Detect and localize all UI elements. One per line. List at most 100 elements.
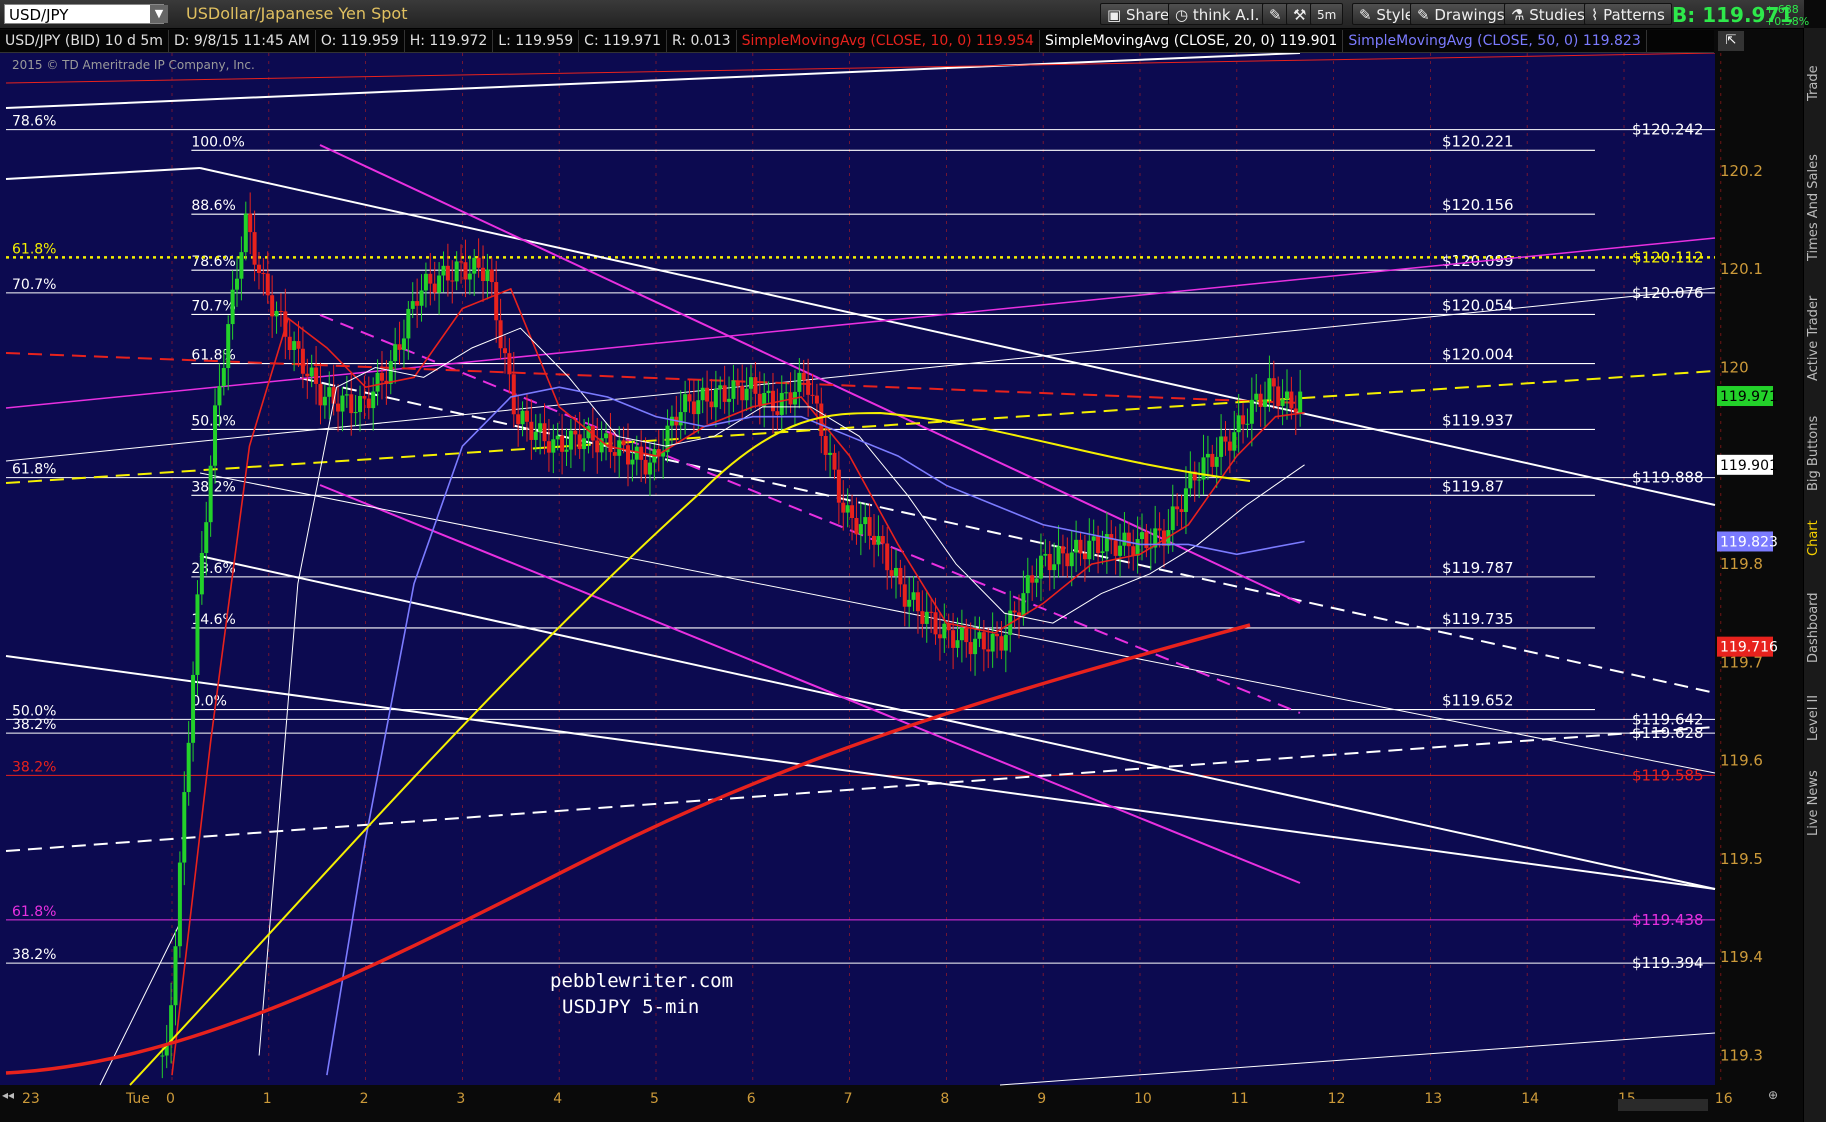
candle-body [322, 396, 327, 406]
fib-price-label: $119.652 [1442, 692, 1514, 710]
sidebar-tab-live-news[interactable]: Live News [1806, 758, 1824, 848]
outer-fib-percent: 78.6% [12, 114, 56, 130]
candle-body [766, 390, 771, 394]
candle-body [428, 273, 433, 284]
candle-body [691, 401, 696, 415]
drawing-tool-button[interactable]: ✎ [1262, 3, 1289, 25]
candle-body [753, 377, 758, 394]
scrollbar[interactable] [1618, 1099, 1708, 1111]
candle-body [612, 452, 617, 456]
chevron-down-icon[interactable]: ▼ [150, 5, 168, 23]
outer-fib-percent: 61.8% [12, 462, 56, 478]
x-tick-label: 14 [1521, 1091, 1539, 1107]
legend-date: D: 9/8/15 11:45 AM [169, 30, 316, 52]
price-chart[interactable]: 100.0%88.6%78.6%70.7%61.8%50.0%38.2%23.6… [0, 53, 1803, 1121]
share-button[interactable]: ▣ Share [1100, 3, 1177, 25]
candle-body [705, 387, 710, 402]
legend-sma20[interactable]: SimpleMovingAvg (CLOSE, 20, 0) 119.901 [1040, 30, 1344, 52]
pencil-icon: ✎ [1269, 6, 1282, 24]
patterns-button[interactable]: ⌇ Patterns [1584, 3, 1672, 25]
candle-body [1188, 471, 1193, 489]
zoom-icon[interactable]: ⊕ [1768, 1088, 1778, 1102]
candle-body [459, 261, 464, 263]
sidebar-tab-level-ii[interactable]: Level II [1806, 683, 1824, 753]
y-tick-label: 120 [1720, 359, 1749, 377]
studies-button[interactable]: ⚗ Studies [1504, 3, 1592, 25]
candle-body [867, 517, 872, 536]
candle-body [898, 567, 903, 585]
candle-body [1157, 528, 1162, 531]
candle-body [243, 213, 248, 253]
candle-body [489, 269, 494, 283]
outer-fib-percent: 70.7% [12, 277, 56, 293]
outer-fib-price: $120.112 [1632, 248, 1704, 266]
candle-body [1069, 552, 1074, 567]
x-tick-label: 0 [166, 1091, 175, 1107]
pencil-icon: ✎ [1417, 6, 1435, 24]
candle-body [626, 445, 631, 465]
candle-body [1223, 436, 1228, 442]
candle-body [959, 627, 964, 641]
candle-body [1118, 545, 1123, 556]
candle-body [1201, 457, 1206, 480]
candle-body [836, 469, 841, 503]
candle-body [1025, 575, 1030, 594]
sidebar-tab-times-and-sales[interactable]: Times And Sales [1806, 138, 1824, 278]
candle-body [740, 385, 745, 401]
sidebar-tab-active-trader[interactable]: Active Trader [1806, 283, 1824, 393]
legend-sma10[interactable]: SimpleMovingAvg (CLOSE, 10, 0) 119.954 [737, 30, 1040, 52]
timeframe-button[interactable]: 5m [1310, 3, 1344, 25]
candle-body [546, 441, 551, 453]
fib-percent-label: 70.7% [191, 298, 235, 314]
candle-body [999, 636, 1004, 651]
candle-body [274, 310, 279, 317]
candle-body [432, 283, 437, 293]
candle-body [292, 341, 297, 350]
candle-body [1267, 378, 1272, 400]
drawings-button[interactable]: ✎ Drawings [1410, 3, 1512, 25]
legend-sma50[interactable]: SimpleMovingAvg (CLOSE, 50, 0) 119.823 [1343, 30, 1647, 52]
price-tag-label: 119.716 [1720, 640, 1778, 656]
candle-body [1034, 578, 1039, 583]
candle-body [880, 536, 885, 544]
expand-icon[interactable]: ⇱ [1718, 31, 1744, 51]
candle-body [1170, 506, 1175, 531]
sidebar-tab-big-buttons[interactable]: Big Buttons [1806, 403, 1824, 503]
candle-body [1298, 391, 1303, 413]
price-tag-label: 119.971 [1720, 389, 1778, 405]
candle-body [213, 405, 218, 466]
sidebar-tab-chart[interactable]: Chart [1806, 508, 1824, 568]
candle-body [498, 320, 503, 349]
candle-body [1122, 532, 1127, 546]
sidebar-tab-dashboard[interactable]: Dashboard [1806, 578, 1824, 678]
candle-body [472, 257, 477, 274]
fib-price-label: $120.156 [1442, 196, 1514, 214]
scroll-left-icon[interactable]: ◂◂ [2, 1088, 14, 1102]
candle-body [1003, 634, 1008, 651]
candle-body [1263, 399, 1268, 407]
candle-body [419, 290, 424, 306]
outer-fib-price: $119.888 [1632, 469, 1704, 487]
candle-body [1144, 532, 1149, 549]
candle-body [1249, 399, 1254, 424]
price-tag-label: 119.823 [1720, 534, 1778, 550]
candle-body [560, 435, 565, 452]
symbol-input[interactable]: USD/JPY [4, 4, 164, 24]
sidebar-tab-trade[interactable]: Trade [1806, 38, 1824, 128]
candle-body [397, 344, 402, 350]
candle-body [1179, 509, 1184, 512]
candle-body [872, 535, 877, 545]
candle-body [823, 435, 828, 455]
candle-body [1284, 391, 1289, 400]
candle-body [841, 502, 846, 513]
candle-body [1060, 546, 1065, 554]
candle-body [973, 638, 978, 655]
outer-fib-price: $119.394 [1632, 954, 1704, 972]
think-ai-button[interactable]: ◷ think A.I. [1168, 3, 1267, 25]
y-tick-label: 119.6 [1720, 752, 1763, 770]
candle-body [353, 412, 358, 414]
candle-body [327, 387, 332, 397]
candle-body [375, 372, 380, 392]
watermark-line-1: pebblewriter.com [550, 970, 733, 992]
candle-body [454, 261, 459, 282]
